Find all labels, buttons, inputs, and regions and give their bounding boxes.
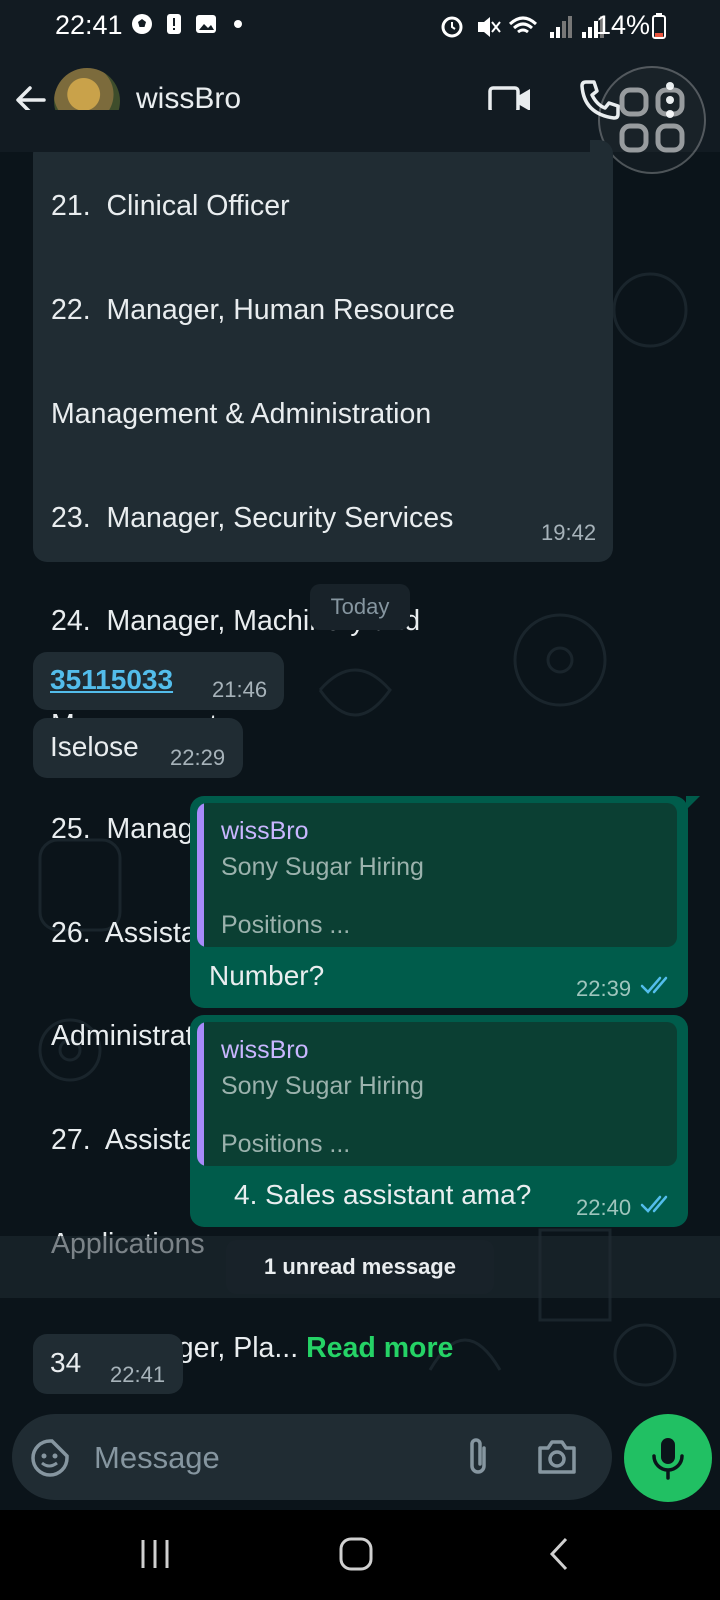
outgoing-reply-message[interactable]: wissBro Sony Sugar Hiring Positions ... …: [190, 796, 688, 1008]
message-line: 21. Clinical Officer: [51, 190, 290, 223]
message-time: 22:41: [110, 1362, 166, 1387]
sticker-emoji-icon[interactable]: [30, 1438, 70, 1478]
quoted-message[interactable]: wissBro Sony Sugar Hiring Positions ...: [197, 803, 677, 947]
camera-icon[interactable]: [536, 1438, 578, 1476]
message-time: 21:46: [212, 677, 268, 702]
soccer-ball-icon: [132, 14, 152, 34]
message-time: 22:40: [576, 1195, 632, 1220]
quote-bar: [197, 1022, 204, 1166]
message-line: Management & Administration: [51, 397, 432, 430]
quote-title: Sony Sugar Hiring: [221, 1072, 424, 1100]
quote-sender: wissBro: [221, 1036, 309, 1064]
unread-count-label: 1 unread message: [226, 1240, 494, 1294]
message-text: 34: [50, 1347, 82, 1378]
battery-percent: 14%: [595, 10, 650, 40]
message-text: 4. Sales assistant ama?: [234, 1179, 532, 1210]
floating-assistant-icon[interactable]: [598, 66, 706, 174]
bubble-tail: [686, 796, 700, 810]
outgoing-reply-message[interactable]: wissBro Sony Sugar Hiring Positions ... …: [190, 1015, 688, 1227]
message-text: Iselose: [50, 731, 139, 762]
quoted-message[interactable]: wissBro Sony Sugar Hiring Positions ...: [197, 1022, 677, 1166]
dot-icon: [234, 20, 242, 28]
quote-title: Sony Sugar Hiring: [221, 853, 424, 881]
battery-icon: [652, 13, 666, 39]
date-separator: Today: [310, 584, 410, 630]
quote-snippet: Positions ...: [221, 911, 351, 939]
nav-back-icon[interactable]: [548, 1536, 570, 1572]
microphone-icon: [652, 1438, 684, 1480]
message-time: 22:39: [576, 976, 632, 1001]
message-line: 23. Manager, Security Services: [51, 501, 454, 534]
quote-sender: wissBro: [221, 817, 309, 845]
quote-snippet: Positions ...: [221, 1130, 351, 1158]
message-time: 22:29: [170, 745, 226, 770]
message-text: Number?: [209, 960, 325, 991]
attach-icon[interactable]: [462, 1436, 494, 1478]
system-nav-bar: [0, 1510, 720, 1600]
voice-message-button[interactable]: [624, 1414, 712, 1502]
message-line: 24. Manager, Machinery and: [51, 605, 421, 638]
message-time: 19:42: [541, 520, 597, 545]
read-more-link[interactable]: Read more: [306, 1332, 453, 1364]
message-input[interactable]: [92, 1430, 436, 1486]
status-notification-icons: [130, 12, 250, 36]
phone-number-link[interactable]: 35115033: [50, 664, 173, 696]
image-icon: [196, 15, 216, 33]
incoming-message-list[interactable]: 21. Clinical Officer 22. Manager, Human …: [33, 140, 613, 1364]
incoming-message-link[interactable]: 35115033 21:46: [33, 652, 284, 710]
incoming-message[interactable]: 34 22:41: [33, 1334, 183, 1394]
quote-bar: [197, 803, 204, 947]
status-bar: 22:41 14%: [0, 0, 720, 52]
read-ticks-icon: [640, 976, 668, 994]
alert-card-icon: [167, 14, 181, 34]
incoming-message[interactable]: Iselose 22:29: [33, 718, 243, 778]
status-time: 22:41: [55, 10, 123, 40]
read-ticks-icon: [640, 1195, 668, 1213]
recent-apps-icon[interactable]: [138, 1538, 172, 1570]
message-line: 22. Manager, Human Resource: [51, 293, 455, 326]
home-icon[interactable]: [338, 1536, 374, 1572]
header-shadow: [0, 110, 590, 152]
message-composer: [12, 1414, 612, 1500]
